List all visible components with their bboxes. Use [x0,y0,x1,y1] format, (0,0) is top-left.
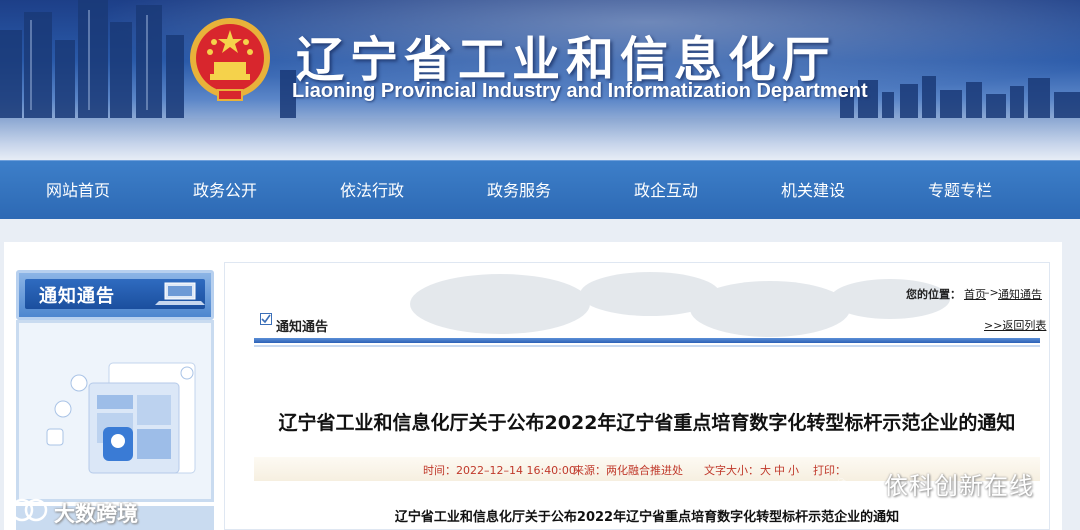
main-nav: 网站首页 政务公开 依法行政 政务服务 政企互动 机关建设 专题专栏 [0,160,1080,219]
font-size-small[interactable]: 小 [788,462,799,478]
breadcrumb-separator: –> [984,286,999,299]
header-banner: 辽宁省工业和信息化厅 Liaoning Provincial Industry … [0,0,1080,160]
article-body-title: 辽宁省工业和信息化厅关于公布2022年辽宁省重点培育数字化转型标杆示范企业的通知 [394,510,900,525]
back-to-list-link[interactable]: >>返回列表 [984,317,1046,333]
section-title: 通知通告 [276,320,329,335]
service-illustration-icon [46,362,196,474]
section-divider-shadow [254,345,1040,347]
national-emblem-icon [190,18,270,101]
section-divider [254,338,1040,343]
article-title: 辽宁省工业和信息化厅关于公布2022年辽宁省重点培育数字化转型标杆示范企业的通知 [278,412,1016,434]
sidebar-header-bar: 通知通告 [25,279,205,309]
breadcrumb-current-link[interactable]: 通知通告 [998,286,1042,302]
article-source: 来源：两化融合推进处 [573,464,683,477]
laptop-icon [155,282,205,305]
font-size-medium[interactable]: 中 [774,462,785,478]
world-map-watermark [410,272,950,337]
nav-item-organ-building[interactable]: 机关建设 [743,161,883,220]
watermark-logo-icon [10,498,48,522]
nav-item-special-topics[interactable]: 专题专栏 [890,161,1030,220]
sidebar-heading: 通知通告 [39,286,115,307]
nav-item-gov-enterprise[interactable]: 政企互动 [596,161,736,220]
document-check-icon [260,313,272,325]
nav-item-law-admin[interactable]: 依法行政 [302,161,442,220]
water-reflection [0,118,1080,160]
nav-item-gov-affairs-open[interactable]: 政务公开 [155,161,295,220]
watermark-right: 依科创新在线 [884,472,1034,500]
wechat-icon [838,478,846,484]
nav-item-home[interactable]: 网站首页 [8,161,148,220]
sidebar-panel [16,320,214,502]
watermark-left: 大数跨境 [54,502,138,526]
font-size-large[interactable]: 大 [760,462,771,478]
font-size-label: 文字大小： [704,464,759,477]
article-time: 时间：2022–12–14 16:40:00 [423,464,576,477]
nav-item-gov-services[interactable]: 政务服务 [449,161,589,220]
sidebar-header: 通知通告 [16,270,214,320]
breadcrumb-label: 您的位置： [906,288,961,301]
site-title-en: Liaoning Provincial Industry and Informa… [292,80,868,102]
breadcrumb-home-link[interactable]: 首页 [964,286,986,302]
